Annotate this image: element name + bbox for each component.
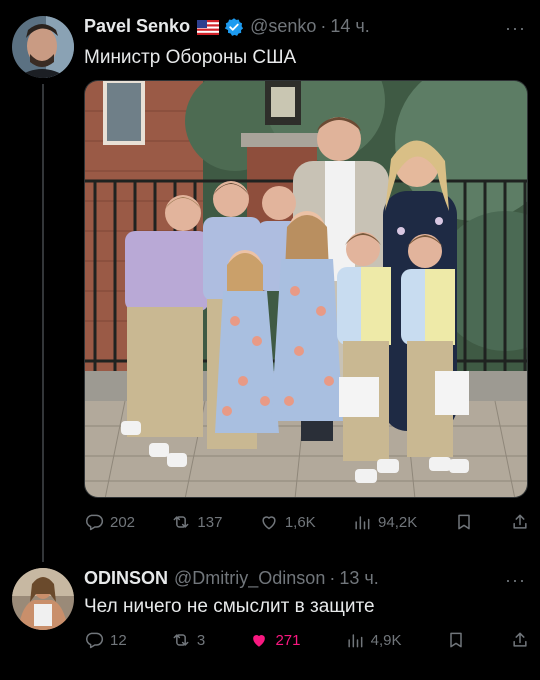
repost-button[interactable]: 3 bbox=[171, 630, 205, 650]
tweet-timestamp[interactable]: 13 ч. bbox=[339, 568, 378, 589]
like-button[interactable]: 271 bbox=[249, 630, 300, 650]
tweet-actions-bar: 202 137 1,6K 94,2K bbox=[84, 512, 530, 532]
reply-button[interactable]: 12 bbox=[84, 630, 127, 650]
reply-count: 202 bbox=[110, 513, 136, 531]
views-icon bbox=[348, 634, 363, 648]
author-name[interactable]: ODINSON bbox=[84, 568, 168, 589]
views-count: 4,9K bbox=[370, 631, 402, 649]
avatar-senko[interactable] bbox=[12, 16, 74, 78]
views-count: 94,2K bbox=[378, 513, 418, 531]
more-options-icon[interactable]: ··· bbox=[505, 18, 526, 39]
like-icon-filled bbox=[253, 635, 266, 647]
tweet-photo[interactable] bbox=[84, 80, 528, 498]
share-icon bbox=[513, 632, 527, 647]
author-handle[interactable]: @senko bbox=[250, 16, 316, 37]
repost-button[interactable]: 137 bbox=[171, 512, 222, 532]
reply-icon bbox=[86, 632, 104, 649]
separator-dot: · bbox=[320, 16, 327, 36]
author-handle[interactable]: @Dmitriy_Odinson bbox=[174, 568, 325, 589]
verified-badge-icon[interactable] bbox=[224, 17, 244, 37]
bookmark-button[interactable] bbox=[454, 512, 474, 532]
tweet-timestamp[interactable]: 14 ч. bbox=[330, 16, 369, 37]
reply-icon bbox=[86, 514, 104, 531]
tweet-text: Чел ничего не смыслит в защите bbox=[84, 596, 375, 617]
bookmark-button[interactable] bbox=[446, 630, 466, 650]
views-button[interactable]: 4,9K bbox=[345, 630, 402, 650]
repost-icon bbox=[173, 634, 189, 646]
reply-count: 12 bbox=[110, 631, 127, 649]
share-button[interactable] bbox=[510, 512, 530, 532]
like-count: 1,6K bbox=[284, 513, 316, 531]
family-photo-illustration bbox=[85, 81, 527, 497]
bookmark-icon bbox=[449, 632, 462, 648]
tweet-senko[interactable]: Pavel Senko @senko · 14 ч. ··· Министр О… bbox=[0, 0, 540, 560]
share-button[interactable] bbox=[510, 630, 530, 650]
author-name[interactable]: Pavel Senko bbox=[84, 16, 190, 37]
reply-button[interactable]: 202 bbox=[84, 512, 135, 532]
avatar-odinson[interactable] bbox=[12, 568, 74, 630]
share-icon bbox=[513, 514, 527, 529]
like-button[interactable]: 1,6K bbox=[259, 512, 316, 532]
flag-us-icon bbox=[197, 19, 220, 35]
repost-icon bbox=[173, 516, 189, 528]
repost-count: 137 bbox=[197, 513, 223, 531]
tweet-actions-bar: 12 3 271 4,9K bbox=[84, 630, 530, 650]
like-count: 271 bbox=[275, 631, 301, 649]
views-button[interactable]: 94,2K bbox=[352, 512, 417, 532]
repost-count: 3 bbox=[196, 631, 206, 649]
tweet-odinson[interactable]: ODINSON @Dmitriy_Odinson · 13 ч. ··· Чел… bbox=[0, 560, 540, 680]
tweet-text: Министр Обороны США bbox=[84, 47, 297, 68]
more-options-icon[interactable]: ··· bbox=[505, 570, 526, 591]
like-icon bbox=[262, 516, 276, 530]
separator-dot: · bbox=[329, 568, 336, 588]
bookmark-icon bbox=[457, 514, 470, 530]
views-icon bbox=[355, 516, 370, 530]
